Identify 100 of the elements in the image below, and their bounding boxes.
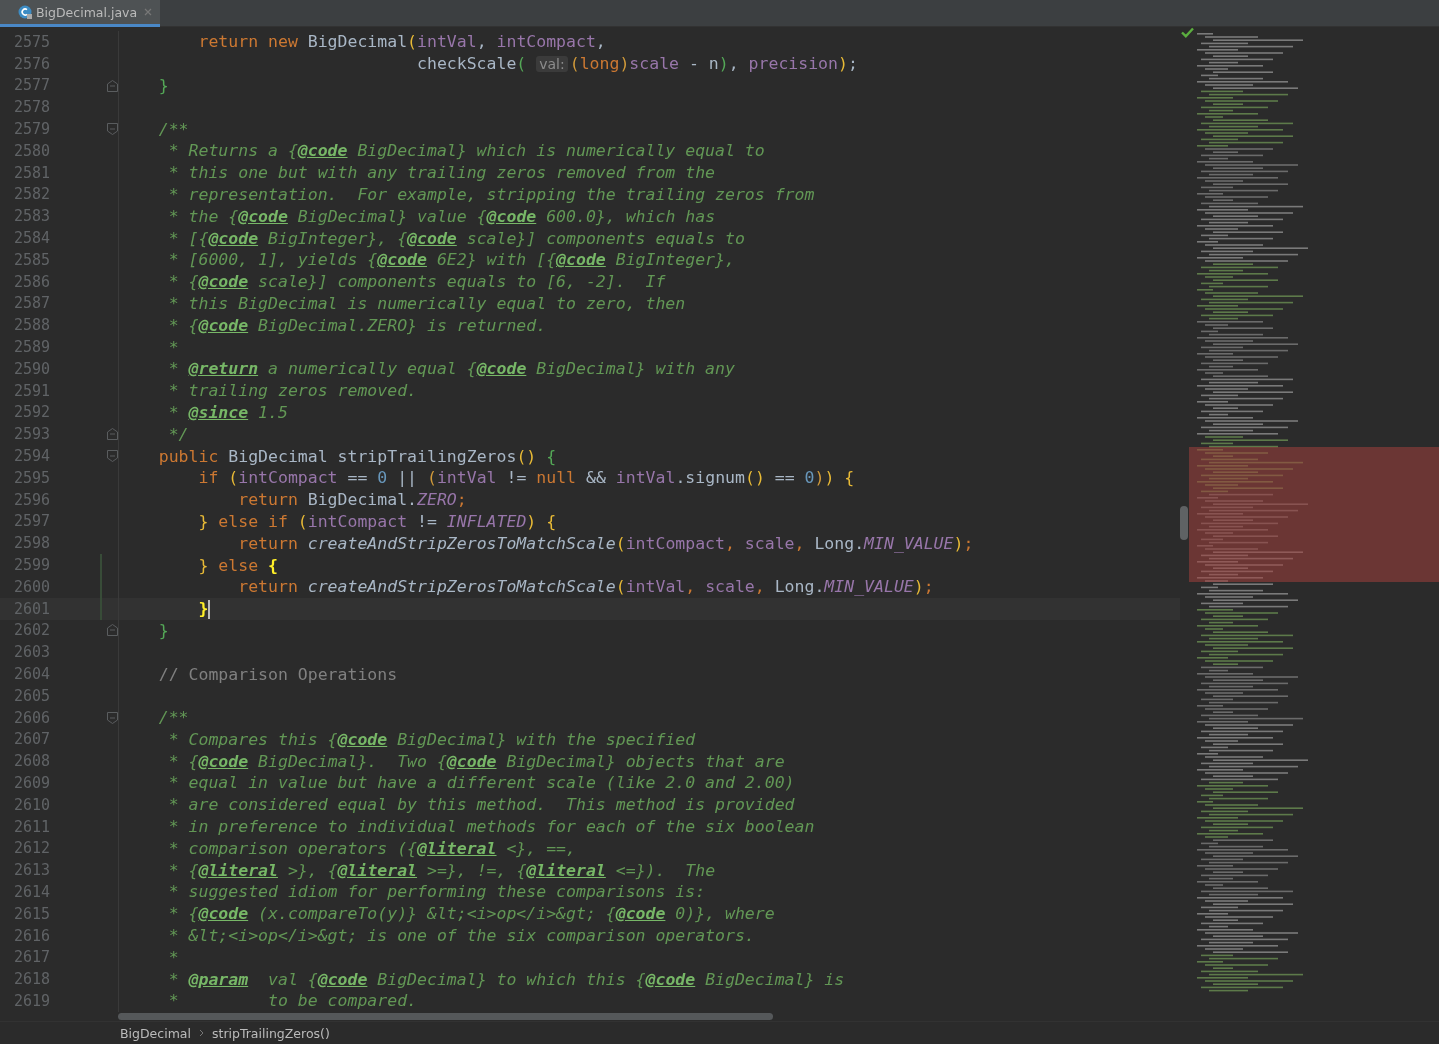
code-line: * to be compared. bbox=[167, 991, 417, 1011]
code-line: * Returns a {@code BigDecimal} which is numerically equal to bbox=[167, 141, 765, 161]
code-line: } bbox=[157, 76, 169, 95]
code-line: } else { bbox=[197, 555, 278, 575]
line-number: 2577 bbox=[13, 76, 52, 95]
scrollbar-thumb[interactable] bbox=[118, 1013, 773, 1020]
line-number: 2614 bbox=[13, 882, 52, 901]
line-number: 2607 bbox=[13, 730, 52, 749]
line-number: 2611 bbox=[13, 817, 52, 836]
line-number: 2603 bbox=[13, 643, 52, 662]
class-file-icon bbox=[18, 5, 32, 19]
line-number: 2579 bbox=[13, 120, 52, 139]
close-icon[interactable] bbox=[144, 8, 153, 16]
line-number: 2596 bbox=[13, 490, 52, 509]
code-line: * in preference to individual methods for each of the six boolean bbox=[167, 817, 815, 837]
line-number: 2613 bbox=[13, 861, 52, 880]
code-line: */ bbox=[167, 424, 189, 444]
breadcrumb[interactable]: BigDecimal bbox=[120, 1025, 191, 1041]
code-line: checkScale( val: (long)scale - n), precision); bbox=[416, 54, 858, 74]
code-line: * {@code scale}] components equals to [6, -2]. If bbox=[167, 272, 666, 292]
code-line: * equal in value but have a different scale (like 2.0 and 2.00) bbox=[167, 773, 795, 793]
breadcrumb[interactable]: stripTrailingZeros() bbox=[211, 1025, 330, 1041]
line-number: 2595 bbox=[13, 468, 52, 487]
fold-icon[interactable] bbox=[107, 450, 118, 463]
code-line: * [6000, 1], yields {@code 6E2} with [{@code BigInteger}, bbox=[167, 250, 735, 270]
chevron-icon bbox=[198, 1029, 204, 1037]
code-line: * {@code (x.compareTo(y)} &lt;<i>op</i>&gt; {@code 0)}, where bbox=[167, 904, 775, 924]
line-number: 2580 bbox=[13, 141, 52, 160]
line-number: 2599 bbox=[13, 556, 52, 574]
code-line: * Compares this {@code BigDecimal} with the specified bbox=[167, 729, 696, 749]
line-number: 2606 bbox=[13, 708, 52, 727]
line-number: 2581 bbox=[13, 163, 52, 182]
code-line: * trailing zeros removed. bbox=[167, 381, 417, 401]
code-line: * the {@code BigDecimal} value {@code 600.0}, which has bbox=[167, 206, 716, 226]
fold-icon[interactable] bbox=[107, 428, 118, 441]
code-line: return BigDecimal.ZERO; bbox=[237, 490, 467, 510]
code-line: * representation. For example, stripping the trailing zeros from bbox=[167, 184, 815, 204]
code-line: public BigDecimal stripTrailingZeros() { bbox=[157, 446, 557, 466]
code-line: * comparison operators ({@literal <}, ==, bbox=[167, 838, 576, 858]
line-number: 2583 bbox=[13, 207, 52, 226]
code-line: * suggested idiom for performing these comparisons is: bbox=[167, 882, 706, 902]
line-number: 2578 bbox=[13, 98, 52, 117]
code-line: * @param val {@code BigDecimal} to which this {@code BigDecimal} is bbox=[167, 969, 845, 989]
line-number: 2602 bbox=[13, 621, 52, 640]
code-line: return createAndStripZerosToMatchScale(intCompact, scale, Long.MIN_VALUE); bbox=[237, 533, 974, 553]
code-line: } else if (intCompact != INFLATED) { bbox=[197, 511, 557, 531]
code-line: /** bbox=[157, 119, 189, 139]
code-line: * [{@code BigInteger}, {@code scale}] components equals to bbox=[167, 228, 745, 248]
code-line: * {@literal >}, {@literal >=}, !=, {@literal <=}). The bbox=[167, 860, 716, 880]
line-number: 2576 bbox=[13, 54, 52, 73]
line-number: 2618 bbox=[13, 970, 52, 989]
code-line: * @return a numerically equal {@code BigDecimal} with any bbox=[167, 359, 735, 379]
line-number: 2600 bbox=[13, 577, 52, 596]
code-line: * this one but with any trailing zeros removed from the bbox=[167, 163, 716, 183]
line-number: 2585 bbox=[13, 250, 52, 269]
code-line: * this BigDecimal is numerically equal to zero, then bbox=[167, 293, 686, 313]
fold-icon[interactable] bbox=[107, 79, 118, 92]
code-line: } bbox=[119, 598, 211, 619]
line-number: 2597 bbox=[13, 512, 52, 531]
code-line: * {@code BigDecimal.ZERO} is returned. bbox=[167, 315, 547, 335]
code-line: if (intCompact == 0 || (intVal != null && intVal.signum() == 0)) { bbox=[197, 468, 855, 488]
line-number: 2588 bbox=[13, 316, 52, 335]
file-tab[interactable]: BigDecimal.java bbox=[0, 0, 161, 27]
line-number: 2590 bbox=[13, 359, 52, 378]
line-number: 2575 bbox=[13, 32, 52, 51]
code-line: } bbox=[157, 620, 169, 640]
line-number: 2592 bbox=[13, 403, 52, 422]
line-number: 2591 bbox=[13, 381, 52, 400]
line-number: 2609 bbox=[13, 774, 52, 792]
line-number: 2604 bbox=[13, 665, 52, 683]
line-number: 2586 bbox=[13, 272, 52, 291]
line-number: 2589 bbox=[13, 338, 52, 357]
line-number: 2616 bbox=[13, 926, 52, 945]
fold-icon[interactable] bbox=[107, 624, 118, 637]
line-number: 2582 bbox=[13, 185, 52, 204]
line-number: 2587 bbox=[13, 294, 52, 313]
code-line: * bbox=[167, 947, 179, 967]
code-line: return createAndStripZerosToMatchScale(intVal, scale, Long.MIN_VALUE); bbox=[237, 577, 934, 597]
line-number: 2605 bbox=[13, 686, 52, 705]
code-line: /** bbox=[157, 708, 189, 728]
line-number: 2584 bbox=[13, 229, 52, 248]
line-number: 2608 bbox=[13, 752, 52, 771]
line-number: 2612 bbox=[13, 839, 52, 858]
line-number: 2615 bbox=[13, 904, 52, 923]
code-line: * {@code BigDecimal}. Two {@code BigDecimal} objects that are bbox=[167, 751, 785, 771]
code-line: * @since 1.5 bbox=[167, 402, 288, 422]
line-number: 2617 bbox=[13, 948, 52, 967]
line-number: 2610 bbox=[13, 795, 52, 814]
code-line: * &lt;<i>op</i>&gt; is one of the six comparison operators. bbox=[167, 926, 755, 946]
check-icon bbox=[1181, 27, 1194, 38]
line-number: 2619 bbox=[13, 991, 52, 1010]
code-line: return new BigDecimal(intVal, intCompact, bbox=[197, 32, 606, 52]
fold-icon[interactable] bbox=[107, 123, 118, 136]
line-number: 2598 bbox=[13, 534, 52, 553]
code-line: * are considered equal by this method. This method is provided bbox=[167, 795, 795, 815]
scrollbar-thumb[interactable] bbox=[1180, 506, 1188, 540]
code-line: * bbox=[167, 337, 179, 357]
code-line: // Comparison Operations bbox=[157, 664, 398, 684]
fold-icon[interactable] bbox=[107, 711, 118, 724]
line-number: 2593 bbox=[13, 425, 52, 444]
